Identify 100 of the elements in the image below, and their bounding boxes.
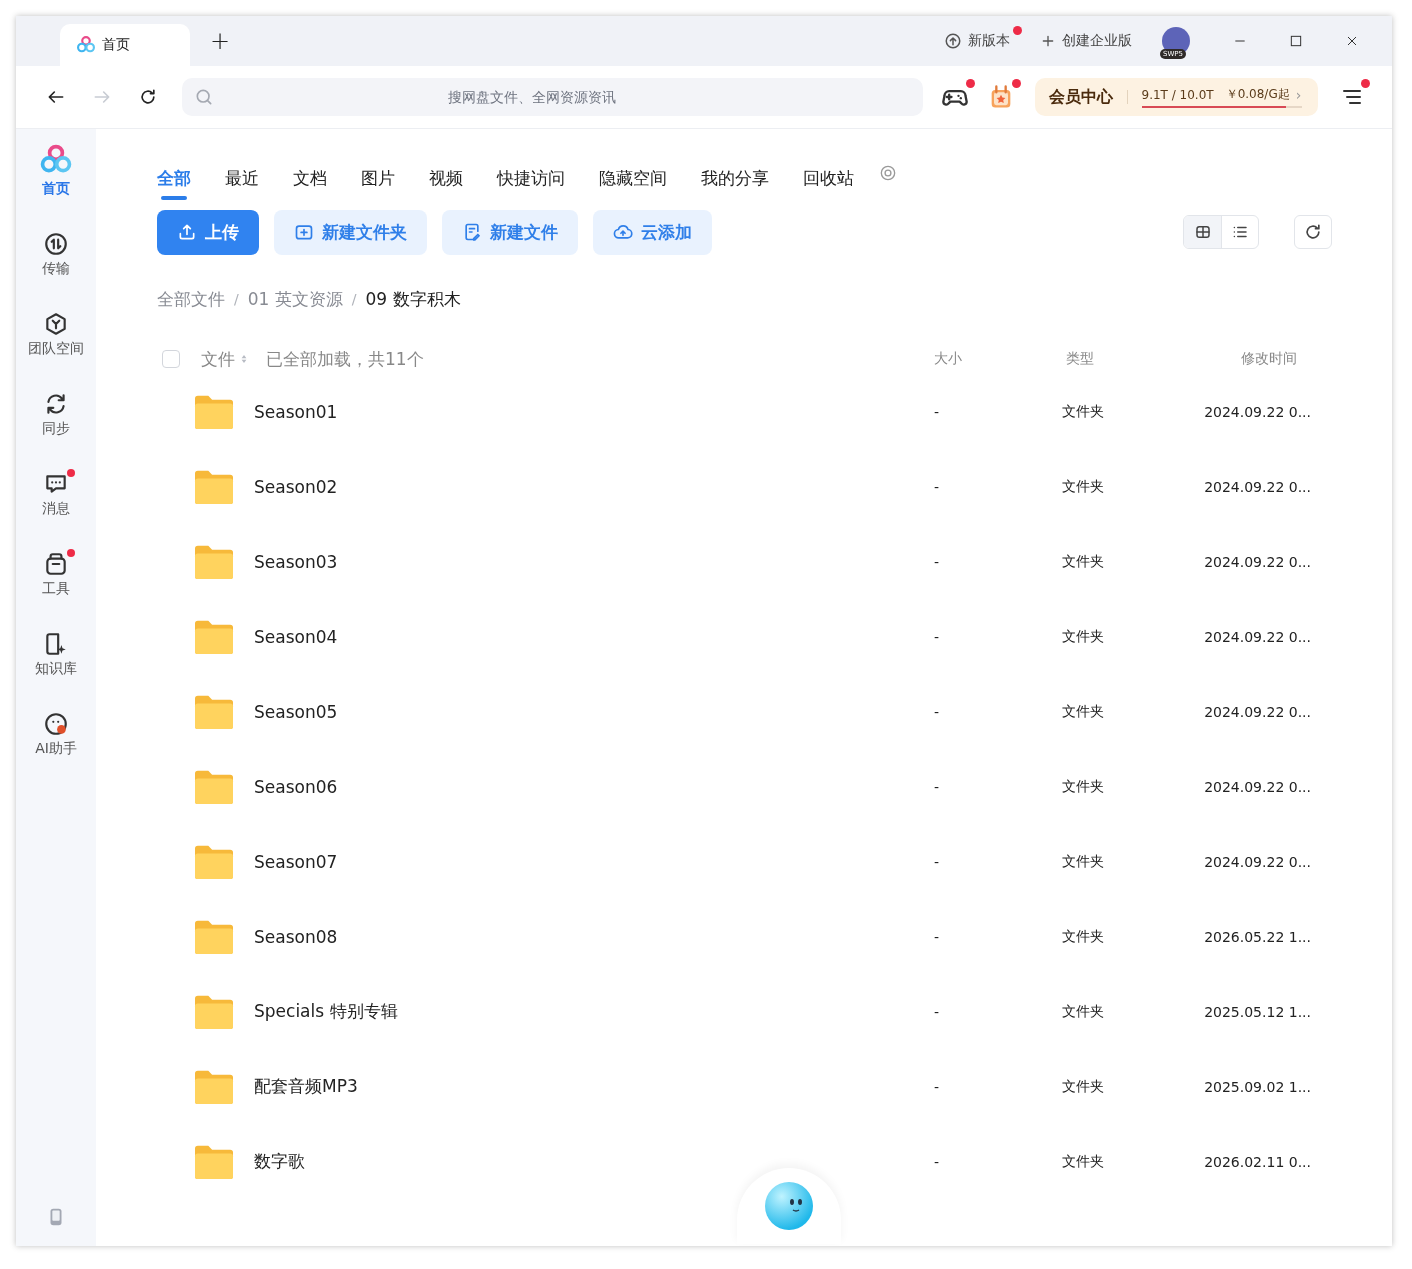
date-cell-text: 2024.09.22 0... [1203,703,1312,720]
file-row[interactable]: Season04 - 文件夹 2024.09.22 0... [157,599,1332,674]
select-all-checkbox[interactable] [162,350,180,368]
search-field[interactable]: 搜网盘文件、全网资源资讯 [181,78,923,116]
file-row[interactable]: Season02 - 文件夹 2024.09.22 0... [157,449,1332,524]
sort-icon [240,353,248,365]
file-name: Specials 特别专辑 [254,1000,398,1023]
breadcrumb-link[interactable]: 全部文件 [157,287,225,311]
sidebar-item[interactable]: 传输 [16,223,96,303]
file-row[interactable]: Season08 - 文件夹 2026.05.22 1... [157,899,1332,974]
upgrade-icon [944,32,962,50]
size-cell-text: - [933,628,941,645]
transfer-icon [43,231,69,257]
column-header: 类型 [1065,350,1095,368]
category-tab[interactable]: 回收站 [803,156,854,200]
grid-view-button[interactable] [1184,216,1221,248]
sidebar-item[interactable]: 团队空间 [16,303,96,383]
chevron-icon: › [1295,86,1302,103]
size-cell-text: - [933,553,941,570]
sidebar-item[interactable]: 消息 [16,463,96,543]
file-row[interactable]: Season06 - 文件夹 2024.09.22 0... [157,749,1332,824]
date-cell-text: 2024.09.22 0... [1203,403,1312,420]
new-tab-button[interactable]: + [210,29,231,53]
upload-icon [177,222,197,242]
type-cell-text: 文件夹 [1061,477,1105,496]
file-row[interactable]: Season03 - 文件夹 2024.09.22 0... [157,524,1332,599]
type-cell-text: 文件夹 [1061,1152,1105,1171]
date-cell-text: 2025.09.02 1... [1203,1078,1312,1095]
type-cell-text: 文件夹 [1061,702,1105,721]
category-tab[interactable]: 我的分享 [701,156,769,200]
browser-tab[interactable]: 首页 [60,24,190,66]
category-tab[interactable]: 文档 [293,156,327,200]
type-cell-text: 文件夹 [1061,1002,1105,1021]
type-cell-text: 文件夹 [1061,627,1105,646]
size-cell-text: - [933,1003,941,1020]
member-center-button[interactable]: 会员中心 9.1T / 10.0T ￥0.08/G起 › [1034,78,1318,116]
type-cell-text: 文件夹 [1061,402,1105,421]
date-cell-text: 2026.02.11 0... [1203,1153,1312,1170]
sidebar-item[interactable]: AI助手 [16,703,96,783]
size-cell-text: - [933,403,941,420]
category-tab[interactable]: 快捷访问 [497,156,565,200]
file-name: 配套音频MP3 [254,1075,358,1098]
date-cell-text: 2024.09.22 0... [1203,778,1312,795]
breadcrumb-separator: / [351,291,357,307]
size-cell-text: - [933,703,941,720]
create-enterprise-button[interactable]: 创建企业版 [1040,32,1132,50]
column-header: 修改时间 [1240,350,1298,368]
date-cell-text: 2025.05.12 1... [1203,1003,1312,1020]
category-tab[interactable]: 全部 [157,156,191,200]
type-cell-text: 文件夹 [1061,852,1105,871]
plus-icon [1040,33,1056,49]
sidebar-item[interactable]: 首页 [16,143,96,223]
bag-icon [43,551,69,577]
folder-plus-icon [294,222,314,242]
category-tab[interactable]: 图片 [361,156,395,200]
grid-icon [1193,223,1212,241]
sidebar-item[interactable]: 工具 [16,543,96,623]
storage-quota: 9.1T / 10.0T [1141,87,1214,102]
date-cell-text: 2024.09.22 0... [1203,553,1312,570]
column-header[interactable]: 文件 [201,347,248,371]
size-cell-text: - [933,1078,941,1095]
size-cell-text: - [933,928,941,945]
file-name: Season08 [254,926,338,947]
file-row[interactable]: Season01 - 文件夹 2024.09.22 0... [157,374,1332,449]
category-tab[interactable]: 视频 [429,156,463,200]
file-row[interactable]: 配套音频MP3 - 文件夹 2025.09.02 1... [157,1049,1332,1124]
new-version-button[interactable]: 新版本 [944,32,1010,50]
size-cell-text: - [933,778,941,795]
upload-button[interactable]: 上传 [157,209,259,255]
file-row[interactable]: Season05 - 文件夹 2024.09.22 0... [157,674,1332,749]
breadcrumb-separator: / [234,291,239,307]
cloud-logo-icon [76,35,96,55]
sidebar-item[interactable]: 同步 [16,383,96,463]
file-row[interactable]: 数字歌 - 文件夹 2026.02.11 0... [157,1124,1332,1199]
category-tab[interactable]: 隐藏空间 [599,156,667,200]
size-cell-text: - [933,853,941,870]
category-tab[interactable]: 最近 [225,156,259,200]
column-header: 大小 [933,350,963,368]
sidebar-item[interactable]: 知识库 [16,623,96,703]
date-cell-text: 2026.05.22 1... [1203,928,1312,945]
hexagon-icon [43,311,69,337]
tab-title: 首页 [102,36,130,54]
type-cell-text: 文件夹 [1061,552,1105,571]
file-row[interactable]: Season07 - 文件夹 2024.09.22 0... [157,824,1332,899]
file-name: Season07 [254,851,338,872]
type-cell-text: 文件夹 [1061,1077,1105,1096]
type-cell-text: 文件夹 [1061,777,1105,796]
refresh-icon [1303,222,1323,242]
refresh-button[interactable] [1294,215,1332,249]
maximize-icon[interactable] [1288,33,1304,49]
file-row[interactable]: Specials 特别专辑 - 文件夹 2025.05.12 1... [157,974,1332,1049]
load-status-text: 已全部加载，共11个 [266,347,424,371]
price-text: ￥0.08/G起 [1225,86,1290,103]
robot-face-icon [43,711,69,737]
date-cell-text: 2024.09.22 0... [1203,628,1312,645]
file-name: Season02 [254,476,338,497]
date-cell-text: 2024.09.22 0... [1203,853,1312,870]
type-cell-text: 文件夹 [1061,927,1105,946]
file-name: Season04 [254,626,338,647]
breadcrumb-link[interactable]: 01 英文资源 [247,287,343,311]
